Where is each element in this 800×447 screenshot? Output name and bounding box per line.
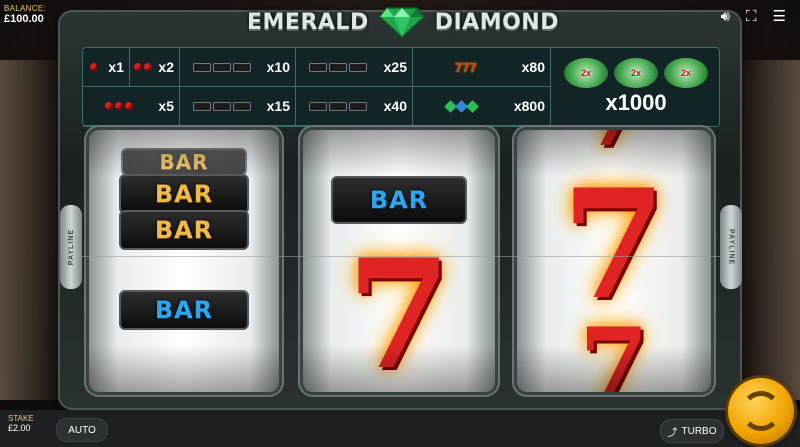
paytable-cell: x800 (413, 87, 551, 126)
paytable-multiplier: x15 (266, 98, 290, 114)
stake-display[interactable]: STAKE £2.00 (8, 414, 34, 433)
single-bar-icon (296, 62, 381, 72)
paytable-multiplier: x5 (158, 98, 174, 114)
fullscreen-icon[interactable]: ⛶ (746, 9, 757, 24)
paytable-multiplier: x25 (383, 59, 407, 75)
turbo-icon: ⤴ (667, 427, 678, 439)
turbo-label: TURBO (681, 425, 717, 437)
paytable-cell: x25 (296, 48, 413, 87)
payline (82, 256, 720, 257)
blue-bar-icon (180, 101, 264, 111)
paytable-multiplier: x80 (521, 59, 545, 75)
reel-area: BAR BAR BAR BAR BAR 7 7 7 7 (75, 130, 725, 392)
spin-button[interactable] (728, 378, 794, 444)
spin-arrows-icon (741, 391, 781, 431)
top-controls: 🔊︎ ⛶ ☰ (721, 9, 786, 24)
flaming-seven-symbol: 7 (346, 227, 452, 392)
any-bar-icon (180, 62, 264, 72)
paytable-multiplier: x1 (108, 59, 124, 75)
flaming-seven-symbol: 7 (579, 306, 649, 392)
bar-symbol: BAR (119, 210, 249, 250)
payline-label: PAYLINE (727, 228, 735, 266)
wild-respin-icon: 2x (614, 58, 658, 88)
cherry-icon (130, 63, 155, 71)
paytable-multiplier: x2 (158, 59, 174, 75)
wild-respin-icon: 2x (664, 58, 708, 88)
game-title-logo: EMERALD DIAMOND (238, 3, 568, 41)
flaming-seven-symbol: 7 (561, 157, 667, 333)
paytable-multiplier: x800 (513, 98, 545, 114)
jackpot-panel: 2x 2x 2x x1000 (553, 48, 719, 126)
turbo-button[interactable]: ⤴ TURBO (660, 419, 724, 443)
paytable-cell: x15 (180, 87, 296, 126)
paytable-cell: x1 (83, 48, 130, 87)
cherry-icon (83, 102, 155, 110)
wild-respin-icon: 2x (564, 58, 608, 88)
reel-2: BAR 7 (303, 130, 495, 392)
flaming-seven-symbol: 7 (579, 130, 649, 160)
bar-symbol: BAR (331, 176, 467, 224)
wild-respin-symbols: 2x 2x 2x (564, 58, 708, 88)
balance-value: £100.00 (4, 13, 44, 25)
paytable-multiplier: x10 (266, 59, 290, 75)
paytable-cell: x10 (180, 48, 296, 87)
cherry-icon (83, 63, 105, 71)
paytable-multiplier: x40 (383, 98, 407, 114)
menu-icon[interactable]: ☰ (773, 9, 786, 24)
title-right-word: DIAMOND (434, 9, 559, 35)
title-left-word: EMERALD (247, 9, 369, 35)
paytable-cell: x40 (296, 87, 413, 126)
auto-button[interactable]: AUTO (56, 418, 108, 442)
payline-label: PAYLINE (67, 228, 75, 266)
any-gem-icon (413, 99, 511, 113)
jackpot-multiplier: x1000 (605, 90, 667, 115)
seven-icon: 777 (454, 59, 477, 75)
balance-display: BALANCE: £100.00 (4, 4, 46, 25)
emerald-gem-icon (378, 7, 425, 38)
bar-symbol: BAR (119, 174, 249, 214)
paytable-cell: 777 x80 (413, 48, 551, 87)
paytable-cell: x2 (130, 48, 180, 87)
balance-label: BALANCE: (4, 4, 46, 13)
paytable-cell: x5 (83, 87, 180, 126)
paytable: x1 x2 x10 x25 777 x80 x5 x15 x40 x800 2x… (82, 47, 720, 127)
paytable-grid: x1 x2 x10 x25 777 x80 x5 x15 x40 x800 (83, 48, 551, 126)
stake-value: £2.00 (8, 423, 31, 433)
bar-symbol: BAR (121, 148, 247, 176)
stake-label: STAKE (8, 414, 34, 423)
bar-symbol: BAR (119, 290, 249, 330)
reel-3: 7 7 7 (517, 130, 711, 392)
triple-bar-icon (296, 101, 381, 111)
reel-1: BAR BAR BAR BAR (89, 130, 279, 392)
volume-icon[interactable]: 🔊︎ (721, 9, 730, 24)
